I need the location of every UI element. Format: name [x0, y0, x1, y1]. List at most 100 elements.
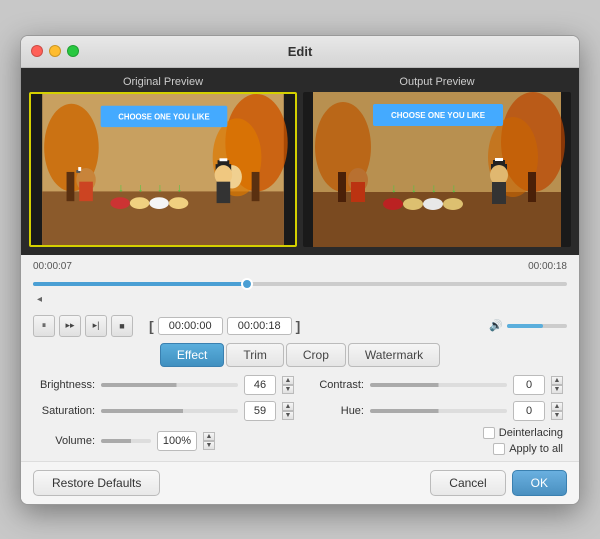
original-preview-label: Original Preview: [123, 76, 203, 88]
hue-up[interactable]: ▲: [551, 402, 563, 411]
window-controls: [31, 45, 79, 57]
tab-crop[interactable]: Crop: [286, 343, 346, 367]
volume-value[interactable]: 100%: [157, 431, 197, 451]
saturation-label: Saturation:: [37, 405, 95, 417]
time-start-input[interactable]: [158, 317, 223, 335]
svg-text:↓: ↓: [391, 181, 397, 195]
original-preview-panel: Original Preview CHOOS: [29, 76, 297, 247]
svg-text:↓: ↓: [177, 181, 183, 194]
confirm-buttons: Cancel OK: [430, 470, 567, 496]
volume-down[interactable]: ▼: [203, 441, 215, 450]
window-title: Edit: [288, 44, 313, 59]
hue-down[interactable]: ▼: [551, 411, 563, 420]
ok-button[interactable]: OK: [512, 470, 567, 496]
brightness-stepper[interactable]: ▲ ▼: [282, 376, 294, 394]
tab-effect[interactable]: Effect: [160, 343, 224, 367]
time-input-group: [ ]: [149, 317, 300, 335]
svg-text:↓: ↓: [451, 181, 457, 195]
pause-button[interactable]: ⏸: [33, 315, 55, 337]
brightness-up[interactable]: ▲: [282, 376, 294, 385]
saturation-stepper[interactable]: ▲ ▼: [282, 402, 294, 420]
deinterlacing-row: Deinterlacing: [483, 427, 563, 439]
bracket-close: ]: [296, 318, 301, 334]
bottom-bar: Restore Defaults Cancel OK: [21, 461, 579, 504]
time-end-input[interactable]: [227, 317, 292, 335]
timeline-area: 00:00:07 00:00:18 ◂: [21, 255, 579, 309]
next-frame-button[interactable]: ▸▸: [59, 315, 81, 337]
timeline-filled: [33, 282, 247, 286]
step-forward-button[interactable]: ▸|: [85, 315, 107, 337]
saturation-row: Saturation: 59 ▲ ▼: [37, 401, 294, 421]
contrast-slider[interactable]: [370, 383, 507, 387]
contrast-row: Contrast: 0 ▲ ▼: [306, 375, 563, 395]
saturation-value[interactable]: 59: [244, 401, 276, 421]
tab-row: Effect Trim Crop Watermark: [33, 343, 567, 367]
close-button[interactable]: [31, 45, 43, 57]
preview-area: Original Preview CHOOS: [21, 68, 579, 255]
svg-text:↓: ↓: [138, 181, 144, 194]
apply-all-row: Apply to all: [493, 443, 563, 455]
timeline-track[interactable]: [33, 282, 567, 286]
volume-slider[interactable]: [507, 324, 567, 328]
timeline-bar-container[interactable]: [33, 274, 567, 294]
contrast-value[interactable]: 0: [513, 375, 545, 395]
volume-label: Volume:: [37, 435, 95, 447]
svg-text:↓: ↓: [431, 181, 437, 195]
deinterlacing-checkbox[interactable]: [483, 427, 495, 439]
maximize-button[interactable]: [67, 45, 79, 57]
titlebar: Edit: [21, 36, 579, 68]
hue-label: Hue:: [306, 405, 364, 417]
volume-icon: 🔊: [489, 319, 503, 332]
tab-watermark[interactable]: Watermark: [348, 343, 440, 367]
brightness-label: Brightness:: [37, 379, 95, 391]
controls-area: ⏸ ▸▸ ▸| ■ [ ] 🔊 Effect Trim Crop: [21, 309, 579, 461]
minimize-button[interactable]: [49, 45, 61, 57]
edit-dialog: Edit Original Preview: [20, 35, 580, 505]
volume-stepper[interactable]: ▲ ▼: [203, 432, 215, 450]
playback-row: ⏸ ▸▸ ▸| ■ [ ] 🔊: [33, 315, 567, 337]
volume-param-row: Volume: 100% ▲ ▼: [37, 427, 215, 455]
svg-text:↓: ↓: [118, 181, 124, 194]
stop-button[interactable]: ■: [111, 315, 133, 337]
cancel-button[interactable]: Cancel: [430, 470, 505, 496]
saturation-slider[interactable]: [101, 409, 238, 413]
apply-all-label: Apply to all: [509, 443, 563, 455]
svg-text:CHOOSE ONE YOU LIKE: CHOOSE ONE YOU LIKE: [391, 111, 486, 120]
hue-value[interactable]: 0: [513, 401, 545, 421]
output-preview-panel: Output Preview CHOOSE ONE YOU LIKE ↓: [303, 76, 571, 247]
volume-area: 🔊: [489, 319, 567, 332]
contrast-label: Contrast:: [306, 379, 364, 391]
hue-slider[interactable]: [370, 409, 507, 413]
saturation-down[interactable]: ▼: [282, 411, 294, 420]
contrast-stepper[interactable]: ▲ ▼: [551, 376, 563, 394]
timeline-end-time: 00:00:18: [528, 261, 567, 272]
brightness-row: Brightness: 46 ▲ ▼: [37, 375, 294, 395]
original-preview-frame: CHOOSE ONE YOU LIKE ↓ ↓ ↓ ↓: [29, 92, 297, 247]
volume-up[interactable]: ▲: [203, 432, 215, 441]
timeline-handle[interactable]: [241, 278, 253, 290]
timeline-start-time: 00:00:07: [33, 261, 72, 272]
time-labels: 00:00:07 00:00:18: [33, 261, 567, 272]
hue-stepper[interactable]: ▲ ▼: [551, 402, 563, 420]
output-preview-frame: CHOOSE ONE YOU LIKE ↓ ↓ ↓ ↓: [303, 92, 571, 247]
contrast-up[interactable]: ▲: [551, 376, 563, 385]
deinterlacing-label: Deinterlacing: [499, 427, 563, 439]
timeline-caret: ◂: [33, 294, 567, 305]
contrast-down[interactable]: ▼: [551, 385, 563, 394]
svg-text:↓: ↓: [411, 181, 417, 195]
brightness-down[interactable]: ▼: [282, 385, 294, 394]
svg-text:↓: ↓: [157, 181, 163, 194]
brightness-slider[interactable]: [101, 383, 238, 387]
bracket-open: [: [149, 318, 154, 334]
output-preview-label: Output Preview: [399, 76, 474, 88]
apply-all-checkbox[interactable]: [493, 443, 505, 455]
brightness-value[interactable]: 46: [244, 375, 276, 395]
hue-row: Hue: 0 ▲ ▼: [306, 401, 563, 421]
svg-text:CHOOSE ONE YOU LIKE: CHOOSE ONE YOU LIKE: [118, 112, 210, 121]
volume-filled: [507, 324, 543, 328]
volume-param-slider[interactable]: [101, 439, 151, 443]
params-grid: Brightness: 46 ▲ ▼ Contrast: 0 ▲ ▼: [33, 375, 567, 421]
restore-defaults-button[interactable]: Restore Defaults: [33, 470, 160, 496]
tab-trim[interactable]: Trim: [226, 343, 284, 367]
saturation-up[interactable]: ▲: [282, 402, 294, 411]
